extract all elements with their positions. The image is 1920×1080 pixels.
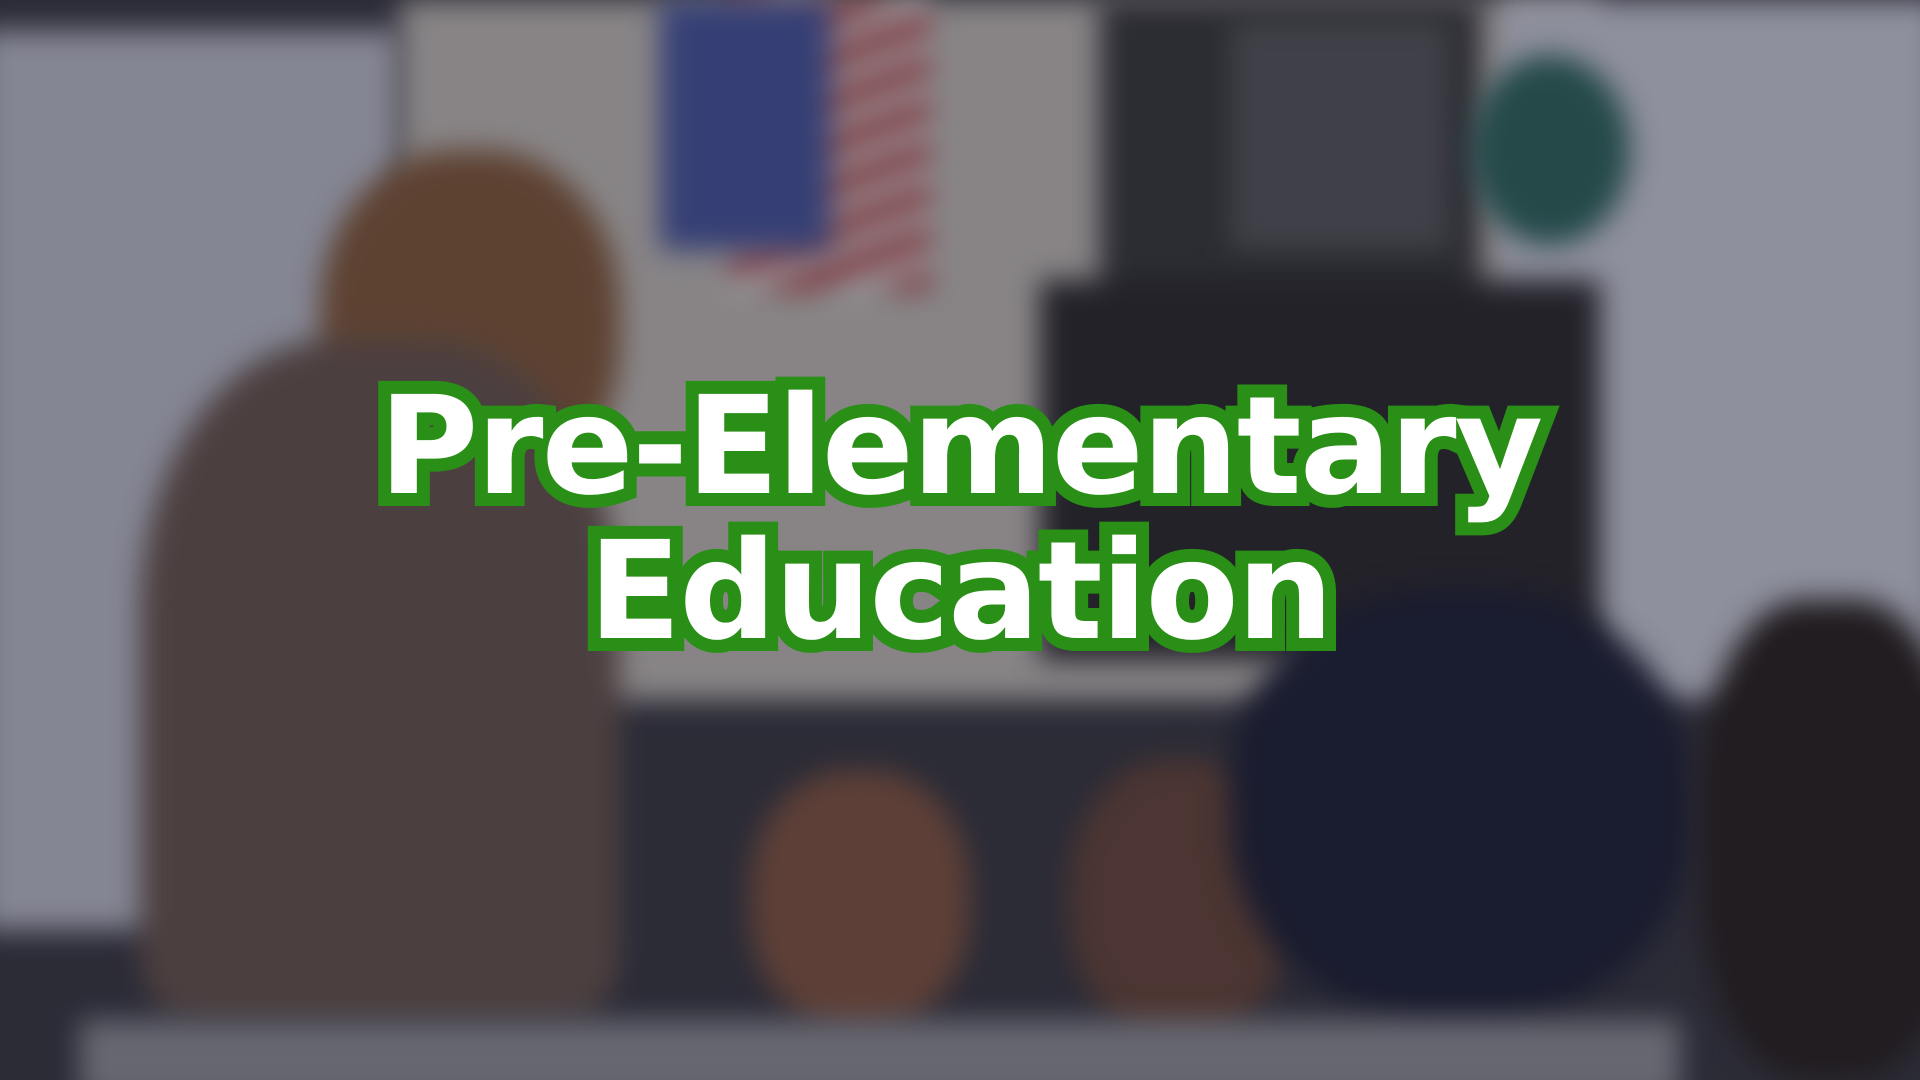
headline-line-2: Education [575, 507, 1346, 678]
headline: Pre-Elementary Education [0, 362, 1920, 678]
headline-line-1: Pre-Elementary [366, 362, 1556, 533]
